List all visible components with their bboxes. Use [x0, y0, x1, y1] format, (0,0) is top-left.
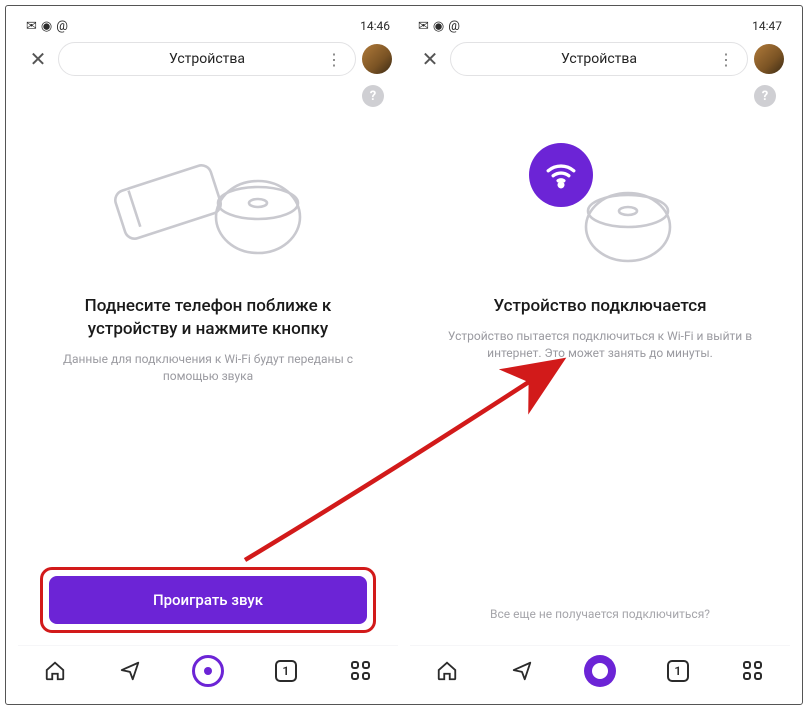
- header-bar: ✕ Устройства ⋮: [18, 37, 398, 81]
- status-left-icons: ✉ ◉ @: [26, 19, 68, 34]
- send-icon[interactable]: [117, 658, 143, 684]
- page-title: Устройства: [169, 51, 245, 67]
- avatar[interactable]: [362, 44, 392, 74]
- avatar[interactable]: [754, 44, 784, 74]
- troubleshoot-link[interactable]: Все еще не получается подключиться?: [432, 607, 768, 621]
- alice-icon[interactable]: [584, 655, 616, 687]
- home-icon[interactable]: [434, 658, 460, 684]
- header-bar: ✕ Устройства ⋮: [410, 37, 790, 81]
- illustration-phone-speaker: [40, 127, 376, 277]
- status-bar: ✉ ◉ @ 14:46: [18, 15, 398, 37]
- close-button[interactable]: ✕: [24, 45, 52, 73]
- tabs-count: 1: [282, 664, 289, 678]
- status-left-icons: ✉ ◉ @: [418, 19, 460, 34]
- page-title: Устройства: [561, 51, 637, 67]
- status-bar: ✉ ◉ @ 14:47: [410, 15, 790, 37]
- menu-grid-icon[interactable]: [348, 658, 374, 684]
- phone-screen-left: ✉ ◉ @ 14:46 ✕ Устройства ⋮ ? Поднесите т…: [18, 15, 398, 695]
- more-icon[interactable]: ⋮: [718, 50, 735, 69]
- bottom-nav: 1: [18, 645, 398, 695]
- clock: 14:46: [360, 19, 390, 33]
- bottom-nav: 1: [410, 645, 790, 695]
- tabs-count: 1: [674, 664, 681, 678]
- play-sound-button[interactable]: Проиграть звук: [49, 576, 367, 624]
- help-icon[interactable]: ?: [362, 85, 384, 107]
- play-sound-label: Проиграть звук: [153, 591, 263, 609]
- alice-icon[interactable]: [192, 655, 224, 687]
- subtext: Устройство пытается подключиться к Wi-Fi…: [432, 328, 768, 362]
- tabs-icon[interactable]: 1: [273, 658, 299, 684]
- menu-grid-icon[interactable]: [740, 658, 766, 684]
- clock: 14:47: [752, 19, 782, 33]
- heading: Поднесите телефон поближе к устройству и…: [40, 295, 376, 341]
- whatsapp-icon: ◉: [41, 19, 52, 34]
- phone-screen-right: ✉ ◉ @ 14:47 ✕ Устройства ⋮ ?: [410, 15, 790, 695]
- annotation-highlight: Проиграть звук: [40, 567, 376, 633]
- home-icon[interactable]: [42, 658, 68, 684]
- at-icon: @: [448, 19, 460, 34]
- close-button[interactable]: ✕: [416, 45, 444, 73]
- title-pill[interactable]: Устройства ⋮: [58, 42, 356, 76]
- at-icon: @: [56, 19, 68, 34]
- whatsapp-icon: ◉: [433, 19, 444, 34]
- subtext: Данные для подключения к Wi-Fi будут пер…: [40, 351, 376, 385]
- send-icon[interactable]: [509, 658, 535, 684]
- content-area: ? Устройство подключается Устройство пыт…: [410, 81, 790, 645]
- mail-icon: ✉: [26, 19, 37, 34]
- mail-icon: ✉: [418, 19, 429, 34]
- help-icon[interactable]: ?: [754, 85, 776, 107]
- heading: Устройство подключается: [432, 295, 768, 318]
- illustration-wifi-speaker: [432, 127, 768, 277]
- title-pill[interactable]: Устройства ⋮: [450, 42, 748, 76]
- content-area: ? Поднесите телефон поближе к устройству…: [18, 81, 398, 645]
- tabs-icon[interactable]: 1: [665, 658, 691, 684]
- more-icon[interactable]: ⋮: [326, 50, 343, 69]
